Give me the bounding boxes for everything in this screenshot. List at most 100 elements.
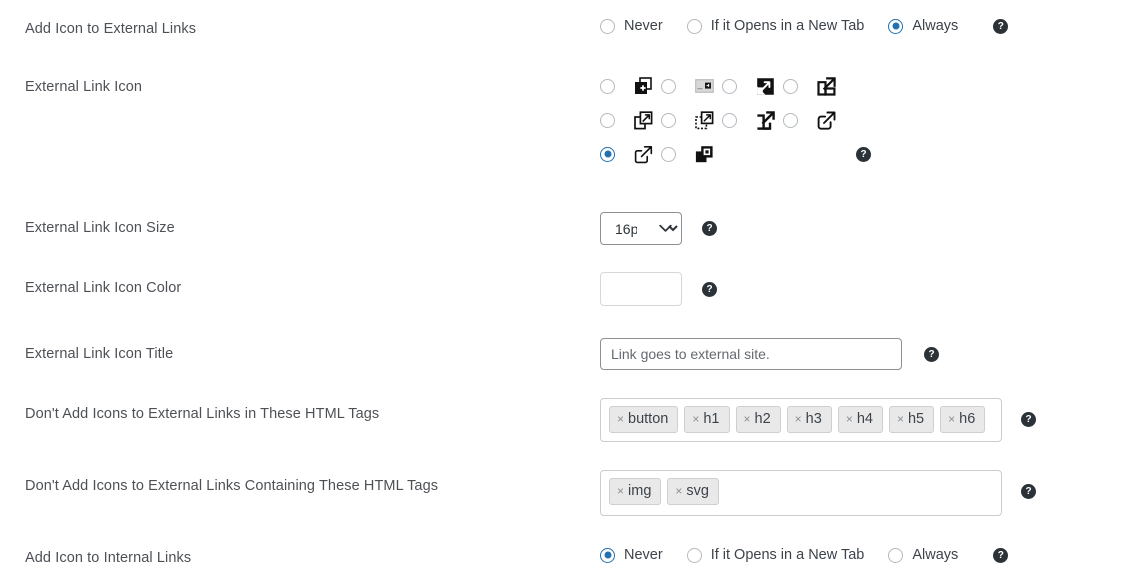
icon-grid-row — [600, 110, 871, 130]
token-label: h5 — [907, 411, 925, 427]
external-link-arrow-open-icon — [633, 144, 653, 164]
icon-grid: ? — [600, 76, 871, 164]
icon-option-external-link-bold-square[interactable] — [722, 110, 783, 130]
remove-token-icon[interactable]: × — [948, 412, 955, 427]
icon-option-external-link-rounded-square[interactable] — [783, 110, 844, 130]
exclude-containing-tags-token-field[interactable]: × img × svg — [600, 470, 1002, 516]
radio-icon-arrow-open[interactable] — [600, 146, 615, 162]
external-link-rounded-square-icon — [816, 110, 836, 130]
radio-group-add-icon-external-links: Never If it Opens in a New Tab Always — [600, 18, 982, 34]
window-image-icon — [694, 76, 714, 96]
icon-title-input[interactable] — [600, 338, 902, 370]
external-link-outline-square-icon — [816, 76, 836, 96]
radio-new-tab[interactable] — [686, 18, 702, 34]
row-label: Don't Add Icons to External Links in The… — [25, 406, 380, 422]
remove-token-icon[interactable]: × — [744, 412, 751, 427]
radio-option-always[interactable]: Always — [888, 18, 958, 34]
row-label: External Link Icon Size — [25, 220, 175, 236]
token-label: button — [628, 411, 669, 427]
row-label: Add Icon to External Links — [25, 21, 197, 37]
stacked-windows-icon — [694, 144, 714, 164]
help-icon[interactable]: ? — [856, 146, 871, 162]
radio-label: Never — [624, 18, 663, 34]
help-icon[interactable]: ? — [1021, 412, 1036, 427]
row-label: Add Icon to Internal Links — [25, 550, 192, 566]
help-icon[interactable]: ? — [993, 547, 1009, 563]
exclude-tags-token-field[interactable]: × button × h1 × h2 × h3 × h4 × h5 × h6 — [600, 398, 1002, 442]
help-icon[interactable]: ? — [1021, 484, 1036, 499]
remove-token-icon[interactable]: × — [617, 484, 624, 499]
icon-grid-row — [600, 76, 871, 96]
row-label: External Link Icon Color — [25, 280, 182, 296]
token-chip[interactable]: × h3 — [786, 406, 832, 434]
radio-icon-stacked-squares[interactable] — [600, 112, 615, 128]
token-label: svg — [686, 483, 709, 499]
token-label: h2 — [754, 411, 771, 427]
radio-label: If it Opens in a New Tab — [710, 547, 865, 563]
token-label: h6 — [959, 411, 976, 427]
radio-label: If it Opens in a New Tab — [710, 18, 865, 34]
radio-label: Always — [912, 547, 959, 563]
icon-option-window-image[interactable] — [661, 76, 722, 96]
row-label: External Link Icon Title — [25, 346, 174, 362]
remove-token-icon[interactable]: × — [692, 412, 699, 427]
icon-option-external-link-outline-square[interactable] — [783, 76, 844, 96]
radio-always[interactable] — [888, 18, 904, 34]
radio-icon-rounded-square[interactable] — [783, 112, 798, 128]
icon-option-external-link-dashed-square[interactable] — [661, 110, 722, 130]
icon-option-stacked-windows[interactable] — [661, 144, 722, 164]
token-chip[interactable]: × svg — [667, 478, 719, 506]
remove-token-icon[interactable]: × — [846, 412, 853, 427]
token-chip[interactable]: × h5 — [888, 406, 935, 434]
radio-icon-bold-square[interactable] — [722, 112, 737, 128]
token-label: h4 — [856, 411, 873, 427]
token-chip[interactable]: × h4 — [837, 406, 883, 434]
radio-icon-copy-plus[interactable] — [600, 78, 615, 94]
help-icon[interactable]: ? — [924, 346, 939, 362]
radio-label: Always — [912, 18, 959, 34]
external-link-solid-square-icon — [755, 76, 775, 96]
radio-internal-always[interactable] — [888, 547, 904, 563]
row-label: Don't Add Icons to External Links Contai… — [25, 478, 439, 494]
radio-icon-solid-square[interactable] — [722, 78, 737, 94]
radio-option-never[interactable]: Never — [600, 18, 663, 34]
radio-icon-dashed-square[interactable] — [661, 112, 676, 128]
token-label: h1 — [703, 411, 720, 427]
radio-group-add-icon-internal-links: Never If it Opens in a New Tab Always — [600, 547, 982, 563]
remove-token-icon[interactable]: × — [897, 412, 904, 427]
icon-option-copy-plus[interactable] — [600, 76, 661, 96]
copy-plus-icon — [633, 76, 653, 96]
token-chip[interactable]: × h1 — [684, 406, 730, 434]
radio-option-internal-never[interactable]: Never — [600, 547, 663, 563]
external-link-dashed-square-icon — [694, 110, 714, 130]
radio-icon-window-image[interactable] — [661, 78, 676, 94]
radio-option-new-tab[interactable]: If it Opens in a New Tab — [686, 18, 865, 34]
radio-never[interactable] — [600, 18, 615, 34]
help-icon[interactable]: ? — [993, 18, 1009, 34]
radio-internal-never[interactable] — [600, 547, 615, 563]
radio-option-internal-always[interactable]: Always — [888, 547, 958, 563]
icon-option-external-link-stacked-squares[interactable] — [600, 110, 661, 130]
icon-grid-row: ? — [600, 144, 871, 164]
token-chip[interactable]: × img — [609, 478, 662, 506]
radio-option-internal-new-tab[interactable]: If it Opens in a New Tab — [686, 547, 865, 563]
help-icon[interactable]: ? — [702, 221, 717, 236]
token-label: img — [628, 483, 652, 499]
remove-token-icon[interactable]: × — [675, 484, 682, 499]
row-label: External Link Icon — [25, 79, 143, 95]
token-chip[interactable]: × h2 — [735, 406, 781, 434]
icon-color-picker[interactable] — [600, 272, 682, 306]
radio-icon-stacked-windows[interactable] — [661, 146, 676, 162]
token-chip[interactable]: × button — [609, 406, 679, 434]
icon-size-select[interactable]: 16px — [600, 212, 682, 245]
radio-internal-new-tab[interactable] — [686, 547, 702, 563]
token-label: h3 — [805, 411, 822, 427]
help-icon[interactable]: ? — [702, 281, 717, 297]
radio-icon-outline-square[interactable] — [783, 78, 798, 94]
remove-token-icon[interactable]: × — [617, 412, 624, 427]
icon-option-external-link-arrow-open[interactable] — [600, 144, 661, 164]
icon-option-external-link-solid-square[interactable] — [722, 76, 783, 96]
icon-size-select-wrap: 16px — [600, 212, 682, 245]
remove-token-icon[interactable]: × — [795, 412, 802, 427]
token-chip[interactable]: × h6 — [940, 406, 986, 434]
